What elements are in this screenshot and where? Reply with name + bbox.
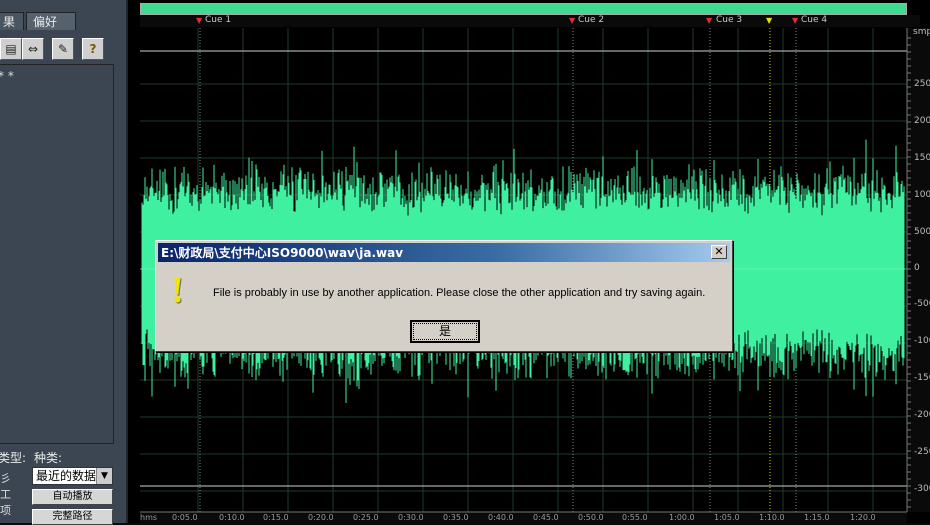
- cue-2-marker[interactable]: ▼: [569, 17, 575, 25]
- amp-label: 500: [914, 227, 930, 237]
- tab-preferences[interactable]: 偏好: [26, 12, 76, 30]
- list-item[interactable]: * *: [0, 69, 14, 83]
- cue-1-marker[interactable]: ▼: [196, 17, 202, 25]
- focus-ring: [413, 323, 477, 340]
- amp-label: -200: [914, 410, 930, 420]
- time-label: 1:00.0: [669, 513, 695, 522]
- file-list[interactable]: * *: [0, 64, 114, 444]
- chevron-down-icon[interactable]: ▼: [96, 468, 112, 484]
- time-label: 1:10.0: [759, 513, 785, 522]
- cue-4-marker[interactable]: ▼: [792, 17, 798, 25]
- time-label: 0:40.0: [488, 513, 514, 522]
- cue-1-label[interactable]: Cue 1: [205, 15, 231, 25]
- side-char-3: 项: [0, 504, 11, 517]
- category-label: 种类:: [34, 451, 63, 465]
- time-label: 0:35.0: [443, 513, 469, 522]
- time-label: 1:15.0: [804, 513, 830, 522]
- tab-effects[interactable]: 果: [0, 12, 24, 30]
- fullpath-button-label: 完整路径: [52, 511, 93, 522]
- category-select[interactable]: 最近的数据 ▼: [32, 467, 113, 485]
- help-button[interactable]: ?: [82, 38, 104, 60]
- amp-label: -300: [914, 484, 930, 494]
- amp-label: 0: [914, 263, 920, 273]
- time-label: 0:15.0: [263, 513, 289, 522]
- error-dialog: E:\财政局\支付中心ISO9000\wav\ja.wav ✕ ! File i…: [155, 240, 733, 352]
- resize-icon: ⇔: [27, 42, 39, 56]
- side-char-2: 工: [0, 488, 11, 501]
- time-label: 0:05.0: [172, 513, 198, 522]
- category-select-value: 最近的数据: [36, 469, 97, 483]
- properties-button[interactable]: ✎: [52, 38, 74, 60]
- time-unit: hms: [140, 513, 158, 522]
- properties-icon: ✎: [57, 42, 69, 56]
- time-label: 0:20.0: [308, 513, 334, 522]
- amp-label: -150: [914, 373, 930, 383]
- waveform-list-button[interactable]: ▤: [0, 38, 22, 60]
- side-char-1: 彡: [0, 472, 11, 485]
- amp-label: 2000: [914, 116, 930, 126]
- cue-4-label[interactable]: Cue 4: [801, 15, 827, 25]
- tab-effects-label: 果: [3, 15, 16, 29]
- warning-icon: !: [170, 271, 185, 311]
- cue-bar[interactable]: ▼ Cue 1 ▼ Cue 2 ▼ Cue 3 ▼ ▼ Cue 4: [140, 15, 920, 27]
- amp-label: 1500: [914, 153, 930, 163]
- resize-button[interactable]: ⇔: [22, 38, 44, 60]
- playhead-marker[interactable]: ▼: [766, 17, 772, 25]
- time-label: 0:55.0: [622, 513, 648, 522]
- amp-label: -250: [914, 447, 930, 457]
- type-label: 类型:: [0, 451, 27, 465]
- amplitude-unit: smp: [913, 27, 930, 37]
- time-label: 1:05.0: [714, 513, 740, 522]
- amp-label: 1000: [914, 190, 930, 200]
- dialog-title: E:\财政局\支付中心ISO9000\wav\ja.wav: [161, 246, 404, 260]
- cue-2-label[interactable]: Cue 2: [578, 15, 604, 25]
- amp-label: -500: [914, 299, 930, 309]
- cue-3-marker[interactable]: ▼: [706, 17, 712, 25]
- amp-label: 2500: [914, 79, 930, 89]
- dialog-message: File is probably in use by another appli…: [213, 287, 706, 299]
- time-label: 1:20.0: [850, 513, 876, 522]
- time-ruler: [140, 512, 907, 523]
- time-label: 0:50.0: [578, 513, 604, 522]
- ok-button[interactable]: 是: [410, 320, 480, 343]
- tab-preferences-label: 偏好: [33, 15, 58, 29]
- time-label: 0:25.0: [353, 513, 379, 522]
- time-label: 0:30.0: [398, 513, 424, 522]
- time-label: 0:10.0: [219, 513, 245, 522]
- autoplay-button[interactable]: 自动播放: [32, 489, 113, 505]
- autoplay-button-label: 自动播放: [52, 491, 93, 502]
- help-icon: ?: [89, 42, 97, 56]
- close-button[interactable]: ✕: [711, 245, 727, 259]
- left-panel: 果 偏好 ▤ ⇔ ✎ ? * * 类型: 种类: 彡 工 项 最近的数据 ▼ 自…: [0, 0, 128, 525]
- cue-3-label[interactable]: Cue 3: [716, 15, 742, 25]
- amp-label: -100: [914, 336, 930, 346]
- waveform-list-icon: ▤: [5, 42, 17, 56]
- close-icon: ✕: [714, 245, 724, 258]
- overview-scrollbar[interactable]: [140, 3, 907, 15]
- dialog-titlebar[interactable]: E:\财政局\支付中心ISO9000\wav\ja.wav ✕: [158, 243, 730, 262]
- time-label: 0:45.0: [533, 513, 559, 522]
